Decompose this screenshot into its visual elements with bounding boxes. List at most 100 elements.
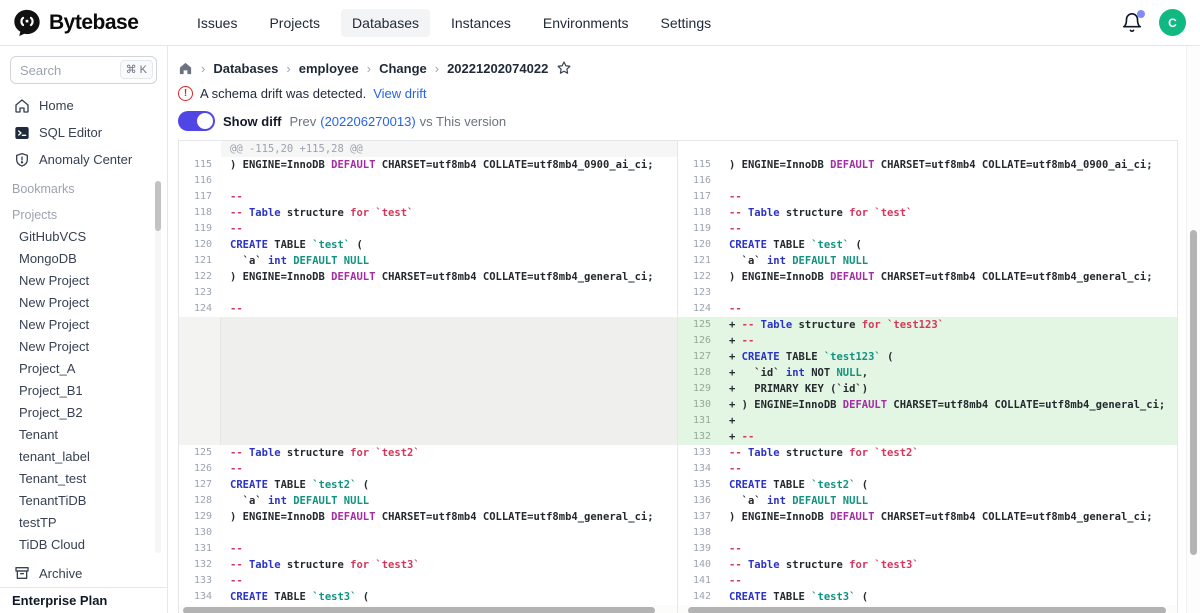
project-item[interactable]: Tenant bbox=[0, 423, 167, 445]
project-item[interactable]: testTP bbox=[0, 511, 167, 533]
code-text: @@ -115,20 +115,28 @@ bbox=[221, 141, 677, 157]
line-number: 115 bbox=[179, 157, 221, 173]
alert-icon: ! bbox=[178, 86, 193, 101]
left-horizontal-scrollbar[interactable] bbox=[179, 605, 677, 613]
diff-placeholder-row bbox=[179, 381, 677, 397]
line-number: 129 bbox=[678, 381, 720, 397]
avatar[interactable]: C bbox=[1159, 9, 1186, 36]
breadcrumb-item[interactable]: Databases bbox=[213, 61, 278, 76]
code-text: CREATE TABLE `test3` ( bbox=[221, 589, 677, 605]
code-text: -- bbox=[720, 461, 1177, 477]
breadcrumb-item[interactable]: employee bbox=[299, 61, 359, 76]
diff-placeholder-row bbox=[179, 317, 677, 333]
project-item[interactable]: TenantTiDB bbox=[0, 489, 167, 511]
nav-item-instances[interactable]: Instances bbox=[440, 9, 522, 37]
sidebar-item-anomaly-center[interactable]: Anomaly Center bbox=[0, 146, 167, 173]
diff-line: 125+ -- Table structure for `test123` bbox=[678, 317, 1177, 333]
code-text bbox=[720, 173, 1177, 189]
line-number bbox=[179, 141, 221, 157]
line-number: 124 bbox=[678, 301, 720, 317]
projects-section-label: Projects bbox=[0, 199, 167, 225]
sidebar-item-sql-editor[interactable]: SQL Editor bbox=[0, 119, 167, 146]
line-number: 122 bbox=[179, 269, 221, 285]
project-item[interactable]: Project_B2 bbox=[0, 401, 167, 423]
prev-version-link[interactable]: (202206270013) bbox=[320, 114, 415, 129]
line-number: 128 bbox=[678, 365, 720, 381]
nav-item-databases[interactable]: Databases bbox=[341, 9, 430, 37]
notification-bell-button[interactable] bbox=[1121, 12, 1143, 34]
diff-line: 128 `a` int DEFAULT NULL bbox=[179, 493, 677, 509]
project-item[interactable]: TiDB Cloud bbox=[0, 533, 167, 555]
project-item[interactable]: New Project bbox=[0, 269, 167, 291]
code-text: -- bbox=[221, 573, 677, 589]
project-item[interactable]: New Project bbox=[0, 313, 167, 335]
line-number: 116 bbox=[678, 173, 720, 189]
sidebar-item-archive[interactable]: Archive bbox=[0, 559, 167, 587]
line-number bbox=[179, 381, 221, 397]
breadcrumb-item[interactable]: 20221202074022 bbox=[447, 61, 548, 76]
line-number: 132 bbox=[179, 557, 221, 573]
code-text: `a` int DEFAULT NULL bbox=[221, 253, 677, 269]
code-text: + -- Table structure for `test123` bbox=[720, 317, 1177, 333]
project-item[interactable]: tenant_label bbox=[0, 445, 167, 467]
diff-line: 124-- bbox=[179, 301, 677, 317]
line-number: 124 bbox=[179, 301, 221, 317]
bytebase-logo-icon bbox=[12, 8, 42, 38]
line-number: 140 bbox=[678, 557, 720, 573]
project-item[interactable]: Tenant_test bbox=[0, 467, 167, 489]
sidebar-scrollbar-thumb[interactable] bbox=[155, 181, 161, 231]
sidebar: ⌘ K Home SQL Editor Anomaly Center Bookm… bbox=[0, 46, 168, 613]
nav-item-environments[interactable]: Environments bbox=[532, 9, 640, 37]
left-hscroll-thumb[interactable] bbox=[183, 607, 655, 613]
project-item[interactable]: GitHubVCS bbox=[0, 225, 167, 247]
sidebar-item-label: Home bbox=[39, 98, 74, 113]
breadcrumb-home-icon[interactable] bbox=[178, 61, 193, 76]
line-number: 130 bbox=[678, 397, 720, 413]
code-text: -- bbox=[221, 221, 677, 237]
project-item[interactable]: Project_A bbox=[0, 357, 167, 379]
line-number: 129 bbox=[179, 509, 221, 525]
line-number: 125 bbox=[179, 445, 221, 461]
code-text: ) ENGINE=InnoDB DEFAULT CHARSET=utf8mb4 … bbox=[720, 509, 1177, 525]
diff-line: 132+ -- bbox=[678, 429, 1177, 445]
nav-item-issues[interactable]: Issues bbox=[186, 9, 248, 37]
line-number: 115 bbox=[678, 157, 720, 173]
right-hscroll-thumb[interactable] bbox=[688, 607, 1166, 613]
project-item[interactable]: New Project bbox=[0, 335, 167, 357]
code-text: -- bbox=[221, 301, 677, 317]
code-text: -- Table structure for `test2` bbox=[221, 445, 677, 461]
search-shortcut-badge: ⌘ K bbox=[120, 60, 153, 79]
diff-line: 118-- Table structure for `test` bbox=[179, 205, 677, 221]
code-text: CREATE TABLE `test` ( bbox=[221, 237, 677, 253]
project-item[interactable]: Project_B1 bbox=[0, 379, 167, 401]
show-diff-toggle[interactable] bbox=[178, 111, 215, 131]
code-text bbox=[221, 173, 677, 189]
project-item[interactable]: New Project bbox=[0, 291, 167, 313]
code-text: ) ENGINE=InnoDB DEFAULT CHARSET=utf8mb4 … bbox=[221, 269, 677, 285]
line-number: 123 bbox=[678, 285, 720, 301]
sidebar-item-label: SQL Editor bbox=[39, 125, 102, 140]
nav-item-projects[interactable]: Projects bbox=[258, 9, 331, 37]
line-number: 135 bbox=[678, 477, 720, 493]
line-number: 127 bbox=[678, 349, 720, 365]
breadcrumb-item[interactable]: Change bbox=[379, 61, 427, 76]
diff-line: 122) ENGINE=InnoDB DEFAULT CHARSET=utf8m… bbox=[179, 269, 677, 285]
sidebar-item-home[interactable]: Home bbox=[0, 92, 167, 119]
view-drift-link[interactable]: View drift bbox=[373, 86, 426, 101]
star-icon[interactable] bbox=[556, 60, 572, 76]
diff-line: 129+ PRIMARY KEY (`id`) bbox=[678, 381, 1177, 397]
page-scrollbar[interactable] bbox=[1186, 46, 1200, 613]
project-item[interactable]: MongoDB bbox=[0, 247, 167, 269]
brand-name: Bytebase bbox=[49, 11, 138, 35]
nav-item-settings[interactable]: Settings bbox=[650, 9, 723, 37]
page-scrollbar-thumb[interactable] bbox=[1190, 230, 1197, 555]
line-number bbox=[179, 317, 221, 333]
line-number: 128 bbox=[179, 493, 221, 509]
bytebase-logo[interactable]: Bytebase bbox=[12, 8, 168, 38]
archive-label: Archive bbox=[39, 566, 82, 581]
right-horizontal-scrollbar[interactable] bbox=[678, 605, 1177, 613]
sidebar-scrollbar[interactable] bbox=[155, 181, 161, 553]
line-number: 130 bbox=[179, 525, 221, 541]
sidebar-item-label: Anomaly Center bbox=[39, 152, 132, 167]
line-number: 132 bbox=[678, 429, 720, 445]
